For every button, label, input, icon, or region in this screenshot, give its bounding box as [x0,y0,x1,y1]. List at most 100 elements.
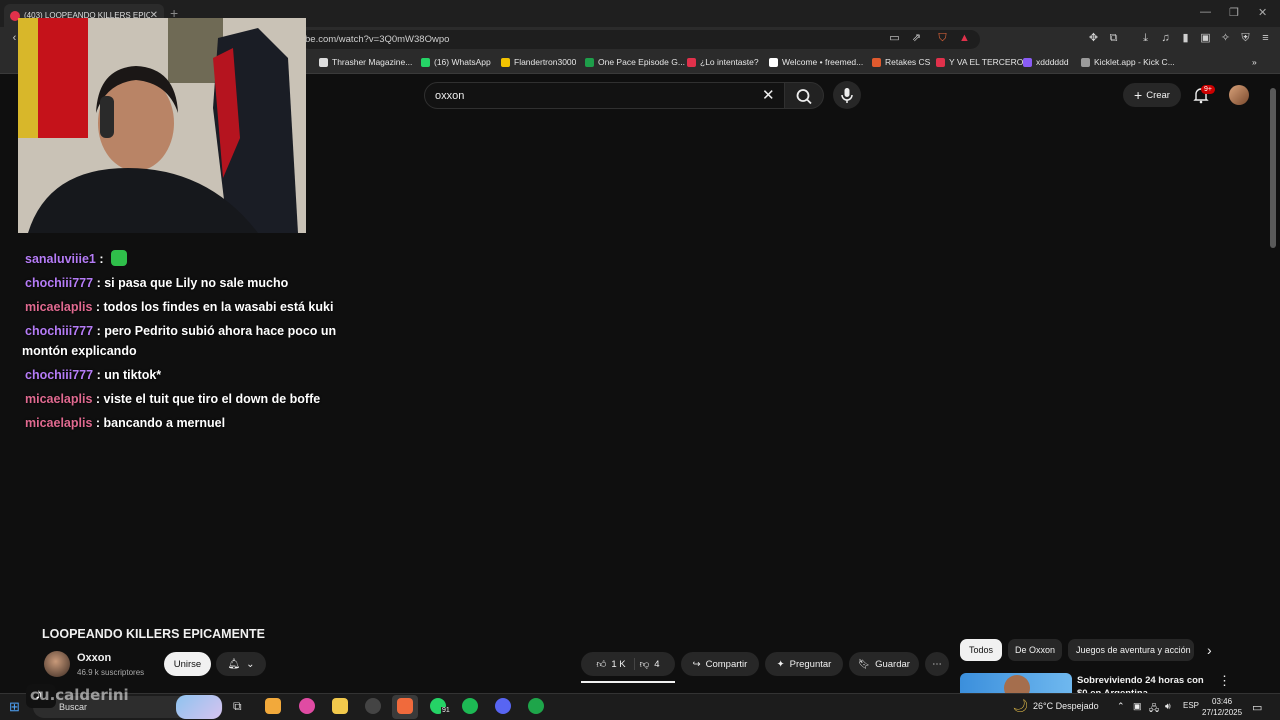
search-value: oxxon [435,89,465,102]
dislike-button[interactable]: 👎︎ 4 [640,658,660,671]
chat-username: chochiii777 [25,368,94,382]
like-count: 1 K [611,658,626,670]
sparkle-icon: ✦ [776,658,785,670]
screenshot-icon[interactable]: ⧉ [1107,32,1120,45]
close-window-icon[interactable]: ✕ [1258,6,1267,19]
chip-adventure-games[interactable]: Juegos de aventura y acción [1068,639,1194,661]
windows-start-icon[interactable]: ⊞ [9,699,20,715]
microsoft-store-icon[interactable] [265,698,281,714]
chat-message: micaelaplis : todos los findes en la was… [22,297,352,317]
search-button[interactable] [784,82,824,109]
like-button[interactable]: 👍︎ 1 K [596,658,635,670]
chat-separator: : [92,392,104,406]
whatsapp-badge: 91 [441,707,451,714]
channel-name[interactable]: Oxxon [77,652,111,664]
dislike-count: 4 [654,658,660,670]
recommended-video-title[interactable]: Sobreviviendo 24 horas con $0 en Argenti… [1077,674,1212,693]
chat-username: chochiii777 [25,324,94,338]
clear-search-icon[interactable]: ✕ [762,86,775,104]
download-icon[interactable]: ⤓ [1139,32,1152,45]
file-explorer-icon[interactable] [332,698,348,714]
notification-center-icon[interactable]: ▭ [1252,701,1262,714]
bookmark-item[interactable]: One Pace Episode G... [585,57,685,67]
tray-app-icon[interactable]: ▣ [1133,701,1142,712]
create-button[interactable]: + Crear [1123,83,1181,107]
ask-label: Preguntar [789,658,832,670]
bookmark-item[interactable]: xdddddd [1023,57,1069,67]
chip-from-channel[interactable]: De Oxxon [1008,639,1062,661]
bookmark-item[interactable]: Y VA EL TERCERO [936,57,1023,67]
spotify-icon[interactable] [462,698,478,714]
bookmark-favicon-icon [319,57,328,67]
share-arrow-icon: ↪ [692,658,701,670]
brave-rewards-icon[interactable]: ▲ [958,32,971,45]
bookmark-item[interactable]: (16) WhatsApp [421,57,491,67]
account-avatar[interactable] [1229,85,1249,105]
bookmark-favicon-icon [687,57,696,67]
bookmark-item[interactable]: Welcome • freemed... [769,57,863,67]
volume-icon[interactable]: 🔊︎ [1165,701,1171,712]
bookmark-item[interactable]: Kicklet.app - Kick C... [1081,57,1175,67]
stream-chat: sanaluviiie1 : chochiii777 : si pasa que… [22,249,352,437]
save-button[interactable]: 🔖︎ Guardar [849,652,919,676]
language-indicator[interactable]: ESP [1183,701,1199,710]
bookmark-item[interactable]: Thrasher Magazine... [319,57,412,67]
maximize-icon[interactable]: ❐ [1229,6,1239,19]
app-pink-icon[interactable] [299,698,315,714]
discord-icon[interactable] [495,698,511,714]
brave-shield-icon[interactable]: ⛉ [936,32,949,45]
search-input[interactable]: oxxon [424,82,786,109]
channel-avatar[interactable] [44,651,70,677]
address-bar[interactable]: be.com/watch?v=3Q0mW38Owpo [300,30,980,49]
subscription-notify-button[interactable]: 🔔︎ ⌄ [216,652,266,676]
leo-icon[interactable]: ✧ [1219,32,1232,45]
chat-username: micaelaplis [25,392,93,406]
chat-message: micaelaplis : bancando a mernuel [22,413,352,433]
recommended-video-thumbnail[interactable] [960,673,1072,693]
bookmark-label: One Pace Episode G... [598,57,685,67]
clock-time: 03:46 [1212,697,1233,706]
bookmark-item[interactable]: ¿Lo intentaste? [687,57,759,67]
chat-username: chochiii777 [25,276,94,290]
ask-button[interactable]: ✦ Preguntar [765,652,843,676]
join-button[interactable]: Unirse [164,652,211,676]
system-clock[interactable]: 03:46 27/12/2025 [1202,696,1242,718]
video-title: LOOPEANDO KILLERS EPICAMENTE [42,627,265,641]
bookmark-label: Thrasher Magazine... [332,57,413,67]
bookmark-favicon-icon [1081,57,1090,67]
more-dots-icon: ⋯ [932,658,942,670]
more-bookmarks-icon[interactable]: » [1252,57,1257,67]
chat-separator: : [92,416,104,430]
task-view-icon[interactable]: ⧉ [233,699,242,714]
chat-message: chochiii777 : un tiktok* [22,365,352,385]
weather-text[interactable]: 26°C Despejado [1033,701,1099,711]
bookmark-item[interactable]: Flandertron3000 [501,57,576,67]
plus-icon: + [1134,87,1143,103]
chat-text: viste el tuit que tiro el down de boffe [103,392,321,406]
sidebar-icon[interactable]: ▮ [1179,32,1192,45]
bookmark-favicon-icon [501,57,510,67]
cast-icon[interactable]: ▭ [888,32,901,45]
tray-chevron-up-icon[interactable]: ⌃ [1117,701,1125,712]
extensions-icon[interactable]: ✥ [1087,32,1100,45]
webcam-overlay [18,18,306,233]
network-icon[interactable]: 🖧︎ [1149,701,1159,717]
minimize-icon[interactable]: — [1200,6,1211,18]
menu-icon[interactable]: ≡ [1259,32,1272,45]
more-actions-button[interactable]: ⋯ [925,652,949,676]
share-button[interactable]: ↪ Compartir [681,652,759,676]
steam-icon[interactable] [365,698,381,714]
voice-search-button[interactable] [833,81,861,109]
chevron-right-icon[interactable]: › [1207,642,1212,658]
app-green-icon[interactable] [528,698,544,714]
recommendation-menu-icon[interactable]: ⋮ [1218,673,1231,689]
vpn-icon[interactable]: ⛨ [1239,32,1252,45]
chip-all[interactable]: Todos [960,639,1002,661]
media-icon[interactable]: ♫ [1159,32,1172,45]
brave-browser-icon[interactable] [397,698,413,714]
share-icon[interactable]: ⇗ [910,32,923,45]
wallet-icon[interactable]: ▣ [1199,32,1212,45]
bookmark-item[interactable]: Retakes CS [872,57,930,67]
page-scrollbar[interactable] [1270,88,1276,248]
bookmark-label: Y VA EL TERCERO [949,57,1024,67]
